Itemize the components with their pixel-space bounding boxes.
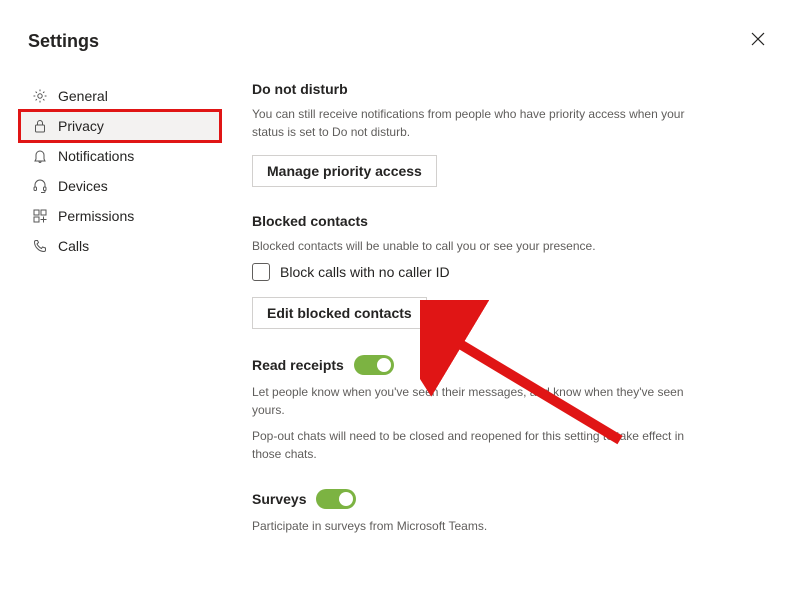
sidebar-item-general[interactable]: General [20, 81, 220, 111]
section-blocked-contacts: Blocked contacts Blocked contacts will b… [252, 213, 712, 329]
section-surveys: Surveys Participate in surveys from Micr… [252, 489, 712, 535]
sidebar-item-label: Calls [58, 238, 89, 254]
section-desc-read-2: Pop-out chats will need to be closed and… [252, 427, 712, 463]
section-title-dnd: Do not disturb [252, 81, 712, 97]
section-desc-blocked: Blocked contacts will be unable to call … [252, 237, 712, 255]
page-title: Settings [28, 31, 99, 52]
block-no-caller-id-row: Block calls with no caller ID [252, 263, 712, 281]
section-title-surveys: Surveys [252, 489, 712, 509]
sidebar-item-label: General [58, 88, 108, 104]
gear-icon [32, 88, 48, 104]
settings-sidebar: General Privacy Notifications Devices Pe… [20, 67, 220, 581]
sidebar-item-devices[interactable]: Devices [20, 171, 220, 201]
sidebar-item-label: Privacy [58, 118, 104, 134]
apps-icon [32, 208, 48, 224]
section-title-label: Surveys [252, 491, 306, 507]
surveys-toggle[interactable] [316, 489, 356, 509]
phone-icon [32, 238, 48, 254]
sidebar-item-privacy[interactable]: Privacy [20, 111, 220, 141]
edit-blocked-contacts-button[interactable]: Edit blocked contacts [252, 297, 427, 329]
sidebar-item-label: Notifications [58, 148, 134, 164]
manage-priority-access-button[interactable]: Manage priority access [252, 155, 437, 187]
headset-icon [32, 178, 48, 194]
section-read-receipts: Read receipts Let people know when you'v… [252, 355, 712, 463]
section-title-blocked: Blocked contacts [252, 213, 712, 229]
close-icon [751, 32, 765, 46]
lock-icon [32, 118, 48, 134]
bell-icon [32, 148, 48, 164]
sidebar-item-calls[interactable]: Calls [20, 231, 220, 261]
section-title-read-receipts: Read receipts [252, 355, 712, 375]
section-desc-read-1: Let people know when you've seen their m… [252, 383, 712, 419]
close-button[interactable] [747, 28, 769, 55]
block-no-caller-id-checkbox[interactable] [252, 263, 270, 281]
sidebar-item-label: Devices [58, 178, 108, 194]
sidebar-item-notifications[interactable]: Notifications [20, 141, 220, 171]
section-desc-surveys: Participate in surveys from Microsoft Te… [252, 517, 712, 535]
section-title-label: Read receipts [252, 357, 344, 373]
sidebar-item-permissions[interactable]: Permissions [20, 201, 220, 231]
settings-header: Settings [0, 0, 797, 67]
sidebar-item-label: Permissions [58, 208, 134, 224]
section-do-not-disturb: Do not disturb You can still receive not… [252, 81, 712, 187]
settings-content: Do not disturb You can still receive not… [220, 67, 740, 581]
read-receipts-toggle[interactable] [354, 355, 394, 375]
section-desc-dnd: You can still receive notifications from… [252, 105, 712, 141]
block-no-caller-id-label: Block calls with no caller ID [280, 264, 450, 280]
